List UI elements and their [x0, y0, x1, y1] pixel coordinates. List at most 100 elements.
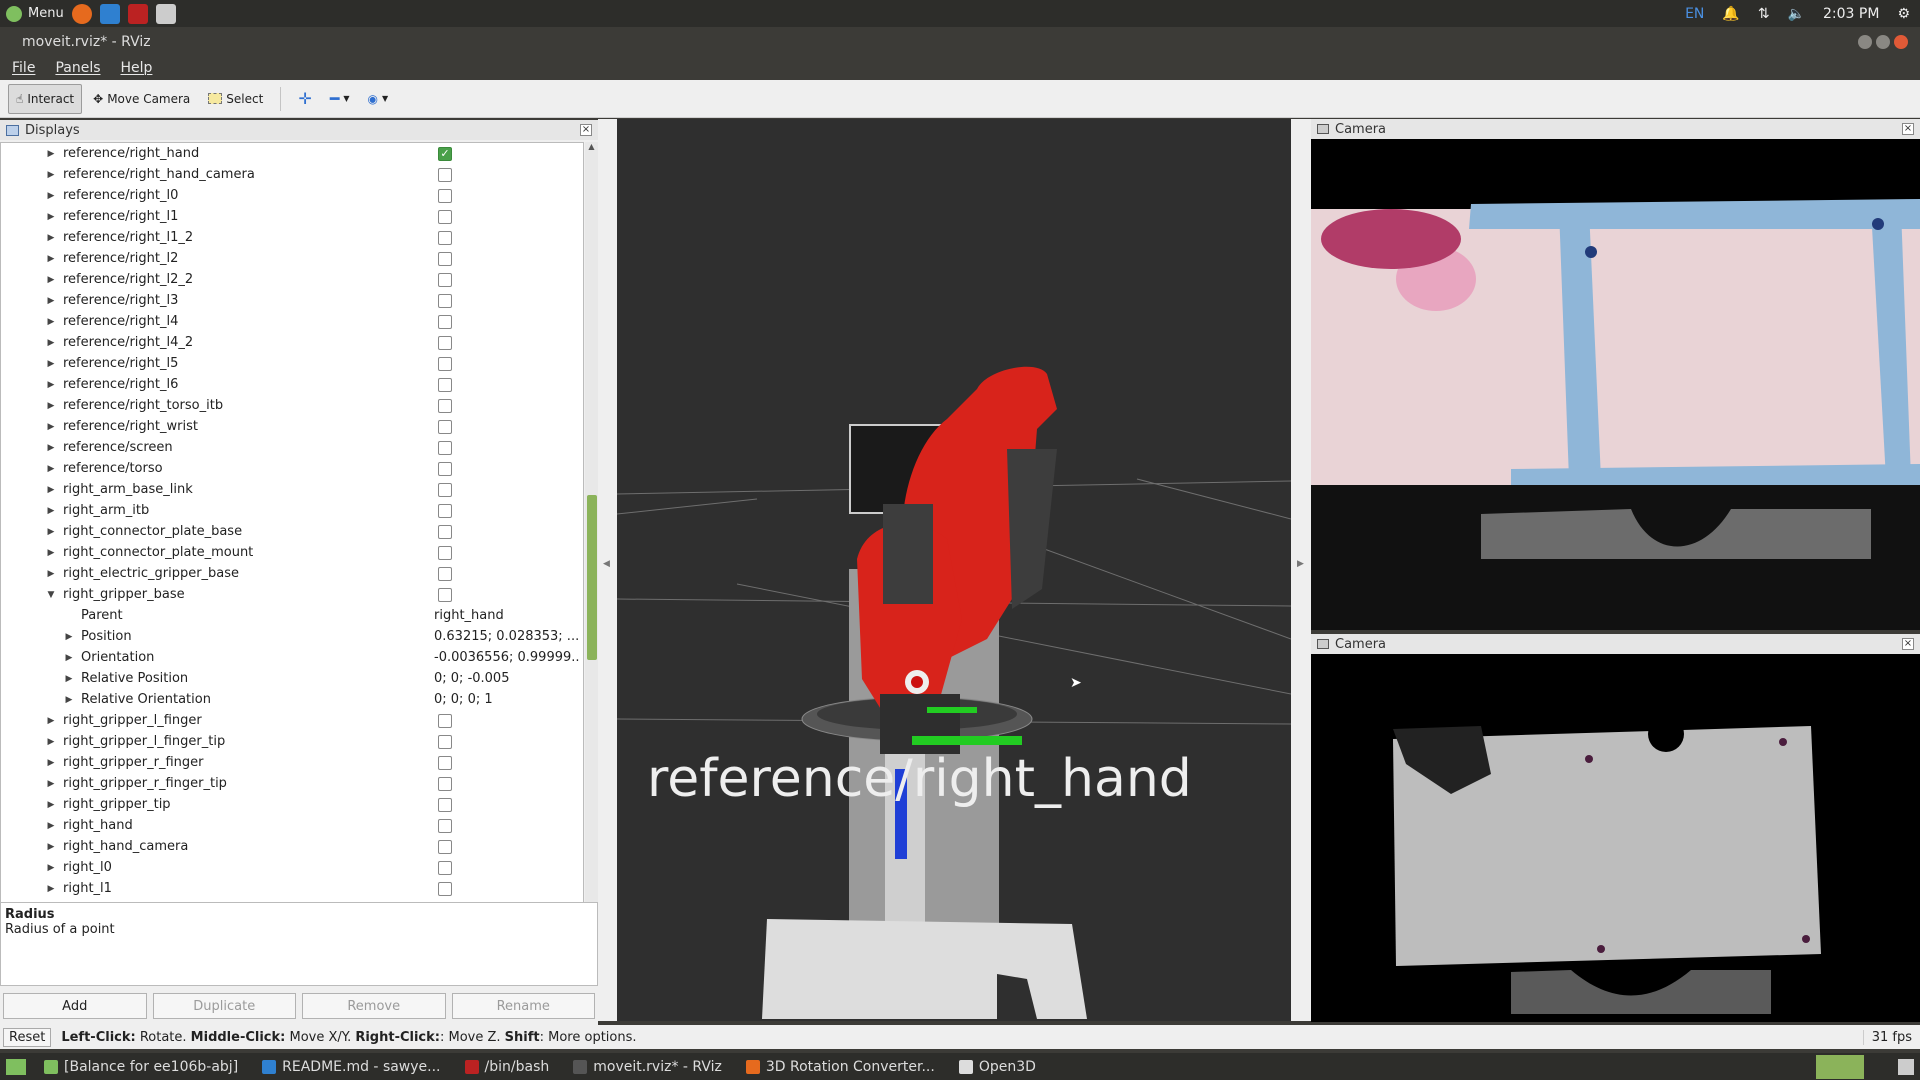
add-tool-button[interactable]: ✛: [291, 84, 318, 114]
tray-icon[interactable]: [1898, 1058, 1914, 1075]
language-indicator[interactable]: EN: [1685, 6, 1704, 22]
property-value[interactable]: 0.63215; 0.028353; ...: [434, 629, 579, 644]
display-row[interactable]: ▶ reference/torso: [1, 458, 583, 479]
reset-button[interactable]: Reset: [3, 1027, 52, 1047]
enable-checkbox[interactable]: ✓: [438, 146, 452, 161]
enable-checkbox[interactable]: [438, 461, 452, 476]
collapsed-arrow-icon[interactable]: ▶: [45, 296, 57, 306]
enable-checkbox[interactable]: [438, 377, 452, 392]
display-row[interactable]: ▶ reference/right_torso_itb: [1, 395, 583, 416]
collapsed-arrow-icon[interactable]: ▶: [45, 359, 57, 369]
expanded-arrow-icon[interactable]: ▼: [45, 590, 57, 600]
collapsed-arrow-icon[interactable]: ▶: [45, 401, 57, 411]
display-row[interactable]: ▶ right_l0: [1, 857, 583, 878]
collapsed-arrow-icon[interactable]: ▶: [45, 254, 57, 264]
menu-help[interactable]: Help: [121, 60, 153, 76]
move-camera-tool-button[interactable]: ✥ Move Camera: [86, 84, 197, 114]
property-row[interactable]: Parent right_hand: [1, 605, 583, 626]
collapsed-arrow-icon[interactable]: ▶: [45, 149, 57, 159]
display-row[interactable]: ▶ reference/right_hand_camera: [1, 164, 583, 185]
display-row[interactable]: ▶ right_electric_gripper_base: [1, 563, 583, 584]
taskbar-item[interactable]: [Balance for ee106b-abj]: [32, 1059, 250, 1075]
display-row[interactable]: ▶ right_gripper_tip: [1, 794, 583, 815]
interact-tool-button[interactable]: ☝ Interact: [8, 83, 83, 114]
collapsed-arrow-icon[interactable]: ▶: [45, 443, 57, 453]
collapsed-arrow-icon[interactable]: ▶: [45, 212, 57, 222]
property-row[interactable]: ▶ Relative Position 0; 0; -0.005: [1, 668, 583, 689]
enable-checkbox[interactable]: [438, 356, 452, 371]
enable-checkbox[interactable]: [438, 797, 452, 812]
close-panel-icon[interactable]: ×: [1902, 638, 1914, 650]
display-row[interactable]: ▶ right_l1: [1, 878, 583, 899]
collapsed-arrow-icon[interactable]: ▶: [45, 842, 57, 852]
collapsed-arrow-icon[interactable]: ▶: [45, 317, 57, 327]
screenshot-icon[interactable]: [155, 3, 176, 24]
enable-checkbox[interactable]: [438, 230, 452, 245]
collapse-right-arrow-icon[interactable]: ▶: [1297, 559, 1304, 569]
menu-file[interactable]: File: [12, 60, 35, 76]
system-menu[interactable]: Menu: [0, 5, 64, 22]
notification-bell-icon[interactable]: 🔔: [1722, 6, 1739, 22]
show-desktop-icon[interactable]: [6, 1058, 26, 1075]
display-row[interactable]: ▶ right_connector_plate_mount: [1, 542, 583, 563]
display-row[interactable]: ▶ right_hand: [1, 815, 583, 836]
right-splitter[interactable]: ▶: [1291, 119, 1311, 1021]
close-window-button[interactable]: [1894, 34, 1908, 49]
enable-checkbox[interactable]: [438, 167, 452, 182]
enable-checkbox[interactable]: [438, 482, 452, 497]
enable-checkbox[interactable]: [438, 818, 452, 833]
collapsed-arrow-icon[interactable]: ▶: [45, 863, 57, 873]
enable-checkbox[interactable]: [438, 881, 452, 896]
settings-gear-icon[interactable]: ⚙: [1897, 6, 1910, 22]
display-row[interactable]: ▶ reference/right_l1: [1, 206, 583, 227]
enable-checkbox[interactable]: [438, 314, 452, 329]
display-row[interactable]: ▶ reference/right_l3: [1, 290, 583, 311]
enable-checkbox[interactable]: [438, 755, 452, 770]
collapsed-arrow-icon[interactable]: ▶: [45, 884, 57, 894]
enable-checkbox[interactable]: [438, 713, 452, 728]
vscode-icon[interactable]: [99, 3, 120, 24]
collapsed-arrow-icon[interactable]: ▶: [45, 464, 57, 474]
enable-checkbox[interactable]: [438, 440, 452, 455]
taskbar-item[interactable]: /bin/bash: [453, 1059, 562, 1075]
collapsed-arrow-icon[interactable]: ▶: [45, 191, 57, 201]
display-row[interactable]: ▶ reference/right_l4: [1, 311, 583, 332]
enable-checkbox[interactable]: [438, 398, 452, 413]
property-row[interactable]: ▶ Position 0.63215; 0.028353; ...: [1, 626, 583, 647]
display-row[interactable]: ▶ reference/right_l0: [1, 185, 583, 206]
property-value[interactable]: right_hand: [434, 608, 579, 623]
3d-render-view[interactable]: reference/right_hand ➤: [617, 119, 1291, 1021]
enable-checkbox[interactable]: [438, 293, 452, 308]
maximize-button[interactable]: [1876, 34, 1890, 49]
display-row[interactable]: ▶ right_hand_camera: [1, 836, 583, 857]
enable-checkbox[interactable]: [438, 839, 452, 854]
display-row[interactable]: ▶ right_connector_plate_base: [1, 521, 583, 542]
workspace-switcher[interactable]: [1816, 1054, 1864, 1079]
property-value[interactable]: 0; 0; -0.005: [434, 671, 579, 686]
display-row[interactable]: ▶ reference/right_l6: [1, 374, 583, 395]
enable-checkbox[interactable]: [438, 251, 452, 266]
display-row[interactable]: ▶ reference/right_l1_2: [1, 227, 583, 248]
collapsed-arrow-icon[interactable]: ▶: [45, 380, 57, 390]
duplicate-button[interactable]: Duplicate: [152, 993, 296, 1019]
property-value[interactable]: -0.0036556; 0.99999...: [434, 650, 579, 665]
enable-checkbox[interactable]: [438, 860, 452, 875]
collapsed-arrow-icon[interactable]: ▶: [45, 737, 57, 747]
display-row[interactable]: ▶ right_arm_base_link: [1, 479, 583, 500]
scroll-up-arrow-icon[interactable]: ▲: [585, 142, 598, 151]
rename-button[interactable]: Rename: [451, 993, 595, 1019]
enable-checkbox[interactable]: [438, 587, 452, 602]
taskbar-item[interactable]: 3D Rotation Converter...: [734, 1059, 947, 1075]
display-row[interactable]: ▶ right_gripper_r_finger_tip: [1, 773, 583, 794]
collapsed-arrow-icon[interactable]: ▶: [63, 674, 75, 684]
collapsed-arrow-icon[interactable]: ▶: [45, 716, 57, 726]
collapsed-arrow-icon[interactable]: ▶: [45, 422, 57, 432]
collapsed-arrow-icon[interactable]: ▶: [45, 548, 57, 558]
collapsed-arrow-icon[interactable]: ▶: [45, 758, 57, 768]
add-button[interactable]: Add: [3, 993, 147, 1019]
collapsed-arrow-icon[interactable]: ▶: [45, 338, 57, 348]
display-row[interactable]: ▶ right_gripper_l_finger: [1, 710, 583, 731]
enable-checkbox[interactable]: [438, 566, 452, 581]
collapsed-arrow-icon[interactable]: ▶: [45, 485, 57, 495]
display-row[interactable]: ▶ right_arm_itb: [1, 500, 583, 521]
